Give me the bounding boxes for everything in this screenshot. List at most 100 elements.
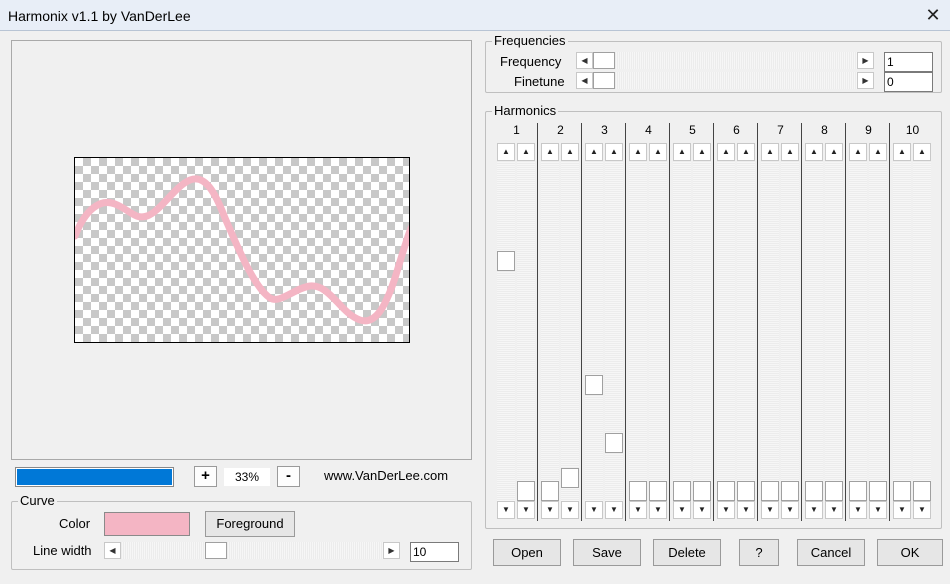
scroll-down-icon[interactable]: ▼ xyxy=(737,501,755,519)
harmonic-slider-thumb[interactable] xyxy=(585,375,603,396)
finetune-slider[interactable]: ◀ ▶ xyxy=(576,72,874,89)
harmonic-4-right-slider[interactable]: ▲ ▼ xyxy=(649,143,667,519)
finetune-thumb[interactable] xyxy=(593,72,615,89)
scroll-up-icon[interactable]: ▲ xyxy=(629,143,647,161)
scroll-down-icon[interactable]: ▼ xyxy=(805,501,823,519)
harmonic-slider-thumb[interactable] xyxy=(893,481,911,501)
harmonic-8-right-slider[interactable]: ▲ ▼ xyxy=(825,143,843,519)
scroll-left-icon[interactable]: ◀ xyxy=(104,542,121,559)
harmonic-3-right-slider[interactable]: ▲ ▼ xyxy=(605,143,623,519)
scroll-down-icon[interactable]: ▼ xyxy=(649,501,667,519)
color-swatch[interactable] xyxy=(104,512,190,536)
harmonic-slider-thumb[interactable] xyxy=(761,481,779,501)
scroll-up-icon[interactable]: ▲ xyxy=(497,143,515,161)
harmonic-10-left-slider[interactable]: ▲ ▼ xyxy=(893,143,911,519)
harmonic-10-right-slider[interactable]: ▲ ▼ xyxy=(913,143,931,519)
harmonic-2-left-slider[interactable]: ▲ ▼ xyxy=(541,143,559,519)
scroll-down-icon[interactable]: ▼ xyxy=(849,501,867,519)
scroll-down-icon[interactable]: ▼ xyxy=(673,501,691,519)
harmonic-slider-thumb[interactable] xyxy=(649,481,667,501)
scroll-up-icon[interactable]: ▲ xyxy=(849,143,867,161)
harmonic-6-left-slider[interactable]: ▲ ▼ xyxy=(717,143,735,519)
harmonic-slider-thumb[interactable] xyxy=(849,481,867,501)
scroll-up-icon[interactable]: ▲ xyxy=(605,143,623,161)
delete-button[interactable]: Delete xyxy=(653,539,721,566)
harmonic-5-right-slider[interactable]: ▲ ▼ xyxy=(693,143,711,519)
scroll-up-icon[interactable]: ▲ xyxy=(517,143,535,161)
scroll-down-icon[interactable]: ▼ xyxy=(893,501,911,519)
scroll-up-icon[interactable]: ▲ xyxy=(781,143,799,161)
scroll-down-icon[interactable]: ▼ xyxy=(717,501,735,519)
scroll-down-icon[interactable]: ▼ xyxy=(497,501,515,519)
harmonic-4-left-slider[interactable]: ▲ ▼ xyxy=(629,143,647,519)
scroll-down-icon[interactable]: ▼ xyxy=(541,501,559,519)
open-button[interactable]: Open xyxy=(493,539,561,566)
harmonic-9-right-slider[interactable]: ▲ ▼ xyxy=(869,143,887,519)
zoom-out-button[interactable]: - xyxy=(277,466,300,487)
scroll-down-icon[interactable]: ▼ xyxy=(561,501,579,519)
ok-button[interactable]: OK xyxy=(877,539,943,566)
scroll-down-icon[interactable]: ▼ xyxy=(869,501,887,519)
harmonic-slider-thumb[interactable] xyxy=(629,481,647,501)
scroll-down-icon[interactable]: ▼ xyxy=(629,501,647,519)
frequency-thumb[interactable] xyxy=(593,52,615,69)
scroll-up-icon[interactable]: ▲ xyxy=(805,143,823,161)
scroll-up-icon[interactable]: ▲ xyxy=(893,143,911,161)
scroll-up-icon[interactable]: ▲ xyxy=(869,143,887,161)
finetune-input[interactable]: 0 xyxy=(884,72,933,92)
foreground-button[interactable]: Foreground xyxy=(205,511,295,537)
scroll-down-icon[interactable]: ▼ xyxy=(693,501,711,519)
scroll-down-icon[interactable]: ▼ xyxy=(913,501,931,519)
harmonic-7-right-slider[interactable]: ▲ ▼ xyxy=(781,143,799,519)
harmonic-slider-thumb[interactable] xyxy=(869,481,887,501)
help-button[interactable]: ? xyxy=(739,539,779,566)
harmonic-slider-thumb[interactable] xyxy=(737,481,755,501)
frequency-input[interactable]: 1 xyxy=(884,52,933,72)
scroll-right-icon[interactable]: ▶ xyxy=(857,52,874,69)
harmonic-8-left-slider[interactable]: ▲ ▼ xyxy=(805,143,823,519)
scroll-up-icon[interactable]: ▲ xyxy=(649,143,667,161)
scroll-left-icon[interactable]: ◀ xyxy=(576,52,593,69)
scroll-up-icon[interactable]: ▲ xyxy=(693,143,711,161)
harmonic-slider-thumb[interactable] xyxy=(693,481,711,501)
harmonic-slider-thumb[interactable] xyxy=(781,481,799,501)
scroll-up-icon[interactable]: ▲ xyxy=(673,143,691,161)
scroll-up-icon[interactable]: ▲ xyxy=(585,143,603,161)
scroll-up-icon[interactable]: ▲ xyxy=(561,143,579,161)
harmonic-6-right-slider[interactable]: ▲ ▼ xyxy=(737,143,755,519)
line-width-slider[interactable]: ◀ ▶ xyxy=(104,542,400,559)
scroll-up-icon[interactable]: ▲ xyxy=(737,143,755,161)
harmonic-1-left-slider[interactable]: ▲ ▼ xyxy=(497,143,515,519)
zoom-in-button[interactable]: + xyxy=(194,466,217,487)
harmonic-1-right-slider[interactable]: ▲ ▼ xyxy=(517,143,535,519)
line-width-input[interactable]: 10 xyxy=(410,542,459,562)
scroll-down-icon[interactable]: ▼ xyxy=(585,501,603,519)
website-link[interactable]: www.VanDerLee.com xyxy=(324,468,448,483)
harmonic-slider-thumb[interactable] xyxy=(805,481,823,501)
scroll-down-icon[interactable]: ▼ xyxy=(761,501,779,519)
frequency-slider[interactable]: ◀ ▶ xyxy=(576,52,874,69)
harmonic-slider-thumb[interactable] xyxy=(717,481,735,501)
scroll-down-icon[interactable]: ▼ xyxy=(825,501,843,519)
scroll-up-icon[interactable]: ▲ xyxy=(913,143,931,161)
scroll-up-icon[interactable]: ▲ xyxy=(825,143,843,161)
harmonic-slider-thumb[interactable] xyxy=(605,433,623,453)
scroll-up-icon[interactable]: ▲ xyxy=(761,143,779,161)
scroll-up-icon[interactable]: ▲ xyxy=(541,143,559,161)
harmonic-slider-thumb[interactable] xyxy=(497,250,515,271)
harmonic-7-left-slider[interactable]: ▲ ▼ xyxy=(761,143,779,519)
harmonic-slider-thumb[interactable] xyxy=(541,481,559,501)
scroll-down-icon[interactable]: ▼ xyxy=(781,501,799,519)
close-icon[interactable]: ✕ xyxy=(922,4,944,26)
harmonic-slider-thumb[interactable] xyxy=(561,468,579,489)
harmonic-slider-thumb[interactable] xyxy=(673,481,691,501)
harmonic-5-left-slider[interactable]: ▲ ▼ xyxy=(673,143,691,519)
line-width-thumb[interactable] xyxy=(205,542,227,559)
save-button[interactable]: Save xyxy=(573,539,641,566)
harmonic-slider-thumb[interactable] xyxy=(825,481,843,501)
scroll-down-icon[interactable]: ▼ xyxy=(517,501,535,519)
scroll-up-icon[interactable]: ▲ xyxy=(717,143,735,161)
scroll-down-icon[interactable]: ▼ xyxy=(605,501,623,519)
cancel-button[interactable]: Cancel xyxy=(797,539,865,566)
scroll-right-icon[interactable]: ▶ xyxy=(383,542,400,559)
